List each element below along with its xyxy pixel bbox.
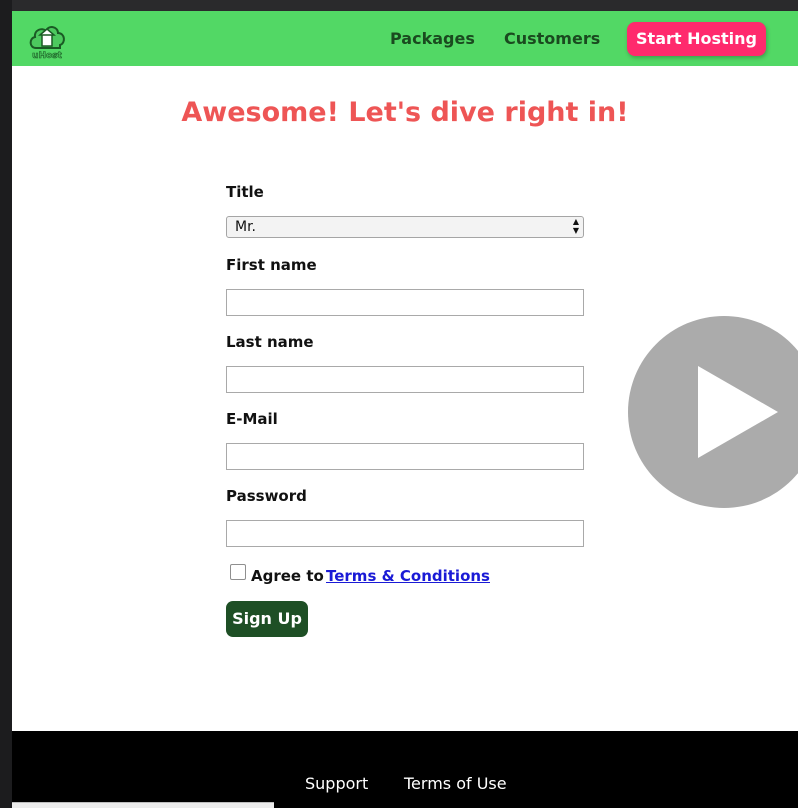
footer: Support Terms of Use [12,731,798,808]
title-label: Title [226,183,264,201]
title-select[interactable]: Mr. ▲ ▼ [226,216,584,238]
play-icon [698,366,778,458]
page-headline: Awesome! Let's dive right in! [181,97,629,128]
web-page: uHost Packages Customers Start Hosting A… [12,11,798,808]
nav-link-packages[interactable]: Packages [390,29,475,48]
nav-link-customers[interactable]: Customers [504,29,600,48]
up-down-arrows-icon: ▲ ▼ [572,217,579,235]
terms-conditions-link[interactable]: Terms & Conditions [326,567,490,585]
navbar: uHost Packages Customers Start Hosting [12,11,798,66]
title-select-value: Mr. [235,219,256,235]
footer-link-terms-of-use[interactable]: Terms of Use [404,774,507,793]
password-label: Password [226,487,307,505]
first-name-label: First name [226,256,317,274]
first-name-field[interactable] [226,289,584,316]
last-name-field[interactable] [226,366,584,393]
footer-link-support[interactable]: Support [305,774,368,793]
window-left-edge [0,0,12,808]
last-name-label: Last name [226,333,314,351]
email-label: E-Mail [226,410,278,428]
video-play-overlay[interactable] [628,316,798,508]
cloud-home-logo-icon[interactable]: uHost [26,18,68,60]
sign-up-button[interactable]: Sign Up [226,601,308,637]
password-field[interactable] [226,520,584,547]
start-hosting-button[interactable]: Start Hosting [627,22,766,56]
agree-label: Agree to [251,567,324,585]
window-top-edge [0,0,798,11]
agree-checkbox[interactable] [230,564,246,580]
email-field[interactable] [226,443,584,470]
browser-status-bar [12,802,274,808]
logo-text: uHost [32,51,62,60]
